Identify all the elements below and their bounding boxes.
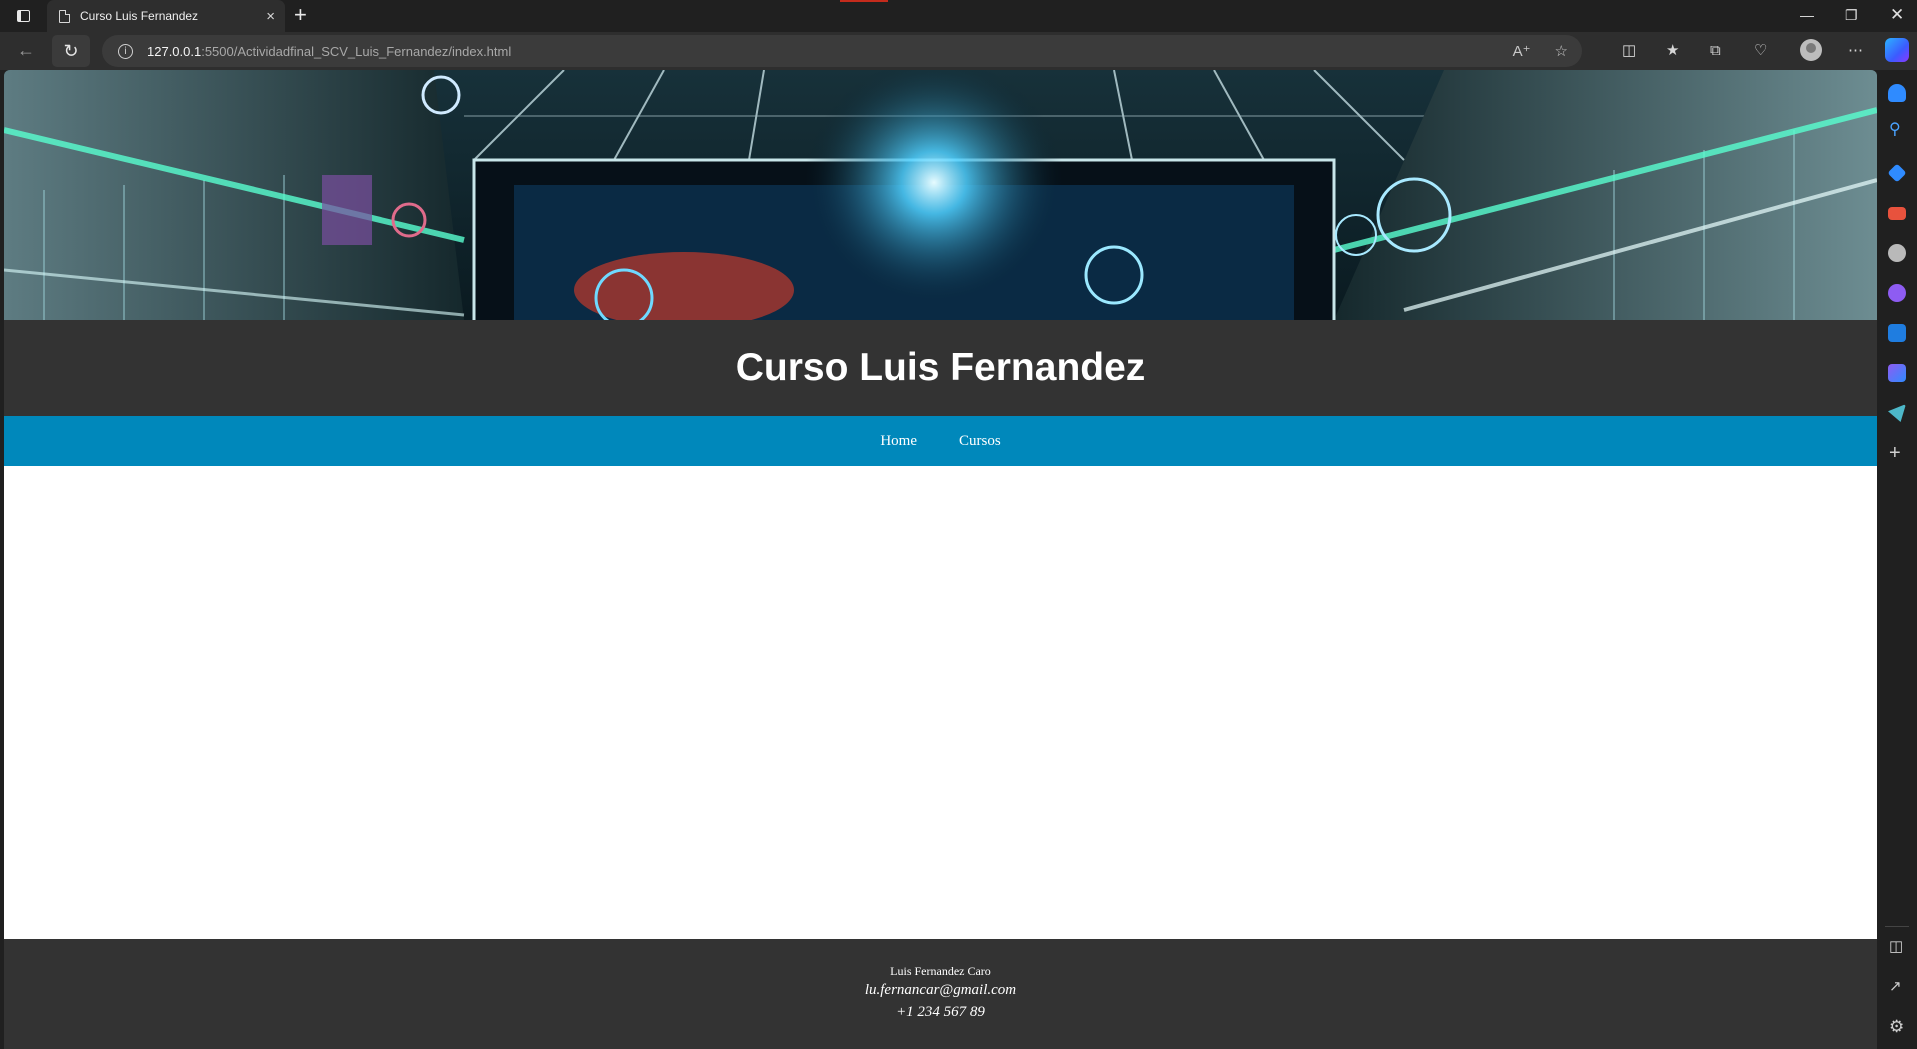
more-menu-icon[interactable]: ⋯ bbox=[1848, 42, 1864, 60]
copilot-icon[interactable] bbox=[1885, 38, 1909, 62]
page-viewport: Curso Luis Fernandez Home Cursos Luis Fe… bbox=[4, 70, 1877, 1049]
window-close-icon[interactable]: ✕ bbox=[1890, 6, 1904, 24]
add-icon[interactable]: + bbox=[1889, 443, 1901, 463]
external-link-icon[interactable]: ↗ bbox=[1889, 979, 1902, 995]
nav-link-cursos[interactable]: Cursos bbox=[959, 433, 1001, 450]
bing-icon[interactable] bbox=[1888, 284, 1906, 302]
tools-briefcase-icon[interactable] bbox=[1888, 207, 1906, 220]
settings-icon[interactable]: ⚙ bbox=[1889, 1018, 1904, 1035]
tab-actions-icon[interactable] bbox=[10, 6, 36, 26]
profile-avatar[interactable] bbox=[1800, 39, 1822, 61]
restore-icon[interactable]: ❐ bbox=[1845, 6, 1858, 24]
page-icon bbox=[59, 9, 70, 23]
favorite-star-icon[interactable]: ☆ bbox=[1555, 42, 1568, 60]
site-footer: Luis Fernandez Caro lu.fernancar@gmail.c… bbox=[4, 939, 1877, 1049]
search-icon[interactable]: ⚲ bbox=[1889, 122, 1901, 138]
notification-icon[interactable] bbox=[1888, 84, 1906, 102]
split-screen-icon[interactable]: ◫ bbox=[1622, 42, 1636, 60]
designer-icon[interactable] bbox=[1888, 364, 1906, 382]
site-title: Curso Luis Fernandez bbox=[735, 346, 1146, 389]
games-icon[interactable] bbox=[1888, 244, 1906, 262]
footer-name: Luis Fernandez Caro bbox=[890, 964, 991, 978]
url-host: 127.0.0.1 bbox=[147, 43, 202, 59]
nav-link-home[interactable]: Home bbox=[880, 433, 917, 450]
browser-essentials-icon[interactable]: ♡ bbox=[1754, 42, 1767, 60]
site-header: Curso Luis Fernandez bbox=[4, 320, 1877, 416]
collections-icon[interactable]: ⧉ bbox=[1710, 42, 1721, 60]
footer-phone: +1 234 567 89 bbox=[896, 1004, 985, 1020]
new-tab-icon[interactable]: + bbox=[294, 3, 307, 27]
sidebar-divider bbox=[1885, 926, 1909, 927]
address-toolbar: ← ↻ i 127.0.0.1:5500/Actividadfinal_SCV_… bbox=[0, 32, 1917, 70]
site-nav: Home Cursos bbox=[4, 416, 1877, 466]
outlook-icon[interactable] bbox=[1888, 324, 1906, 342]
back-icon[interactable]: ← bbox=[17, 40, 35, 60]
main-content bbox=[4, 466, 1877, 939]
url-path: :5500/Actividadfinal_SCV_Luis_Fernandez/… bbox=[201, 43, 512, 59]
footer-email: lu.fernancar@gmail.com bbox=[864, 982, 1017, 998]
recording-indicator bbox=[840, 0, 888, 2]
reload-icon[interactable]: ↻ bbox=[52, 35, 90, 67]
site-info-icon[interactable]: i bbox=[118, 43, 133, 59]
shopping-tag-icon[interactable] bbox=[1887, 163, 1907, 183]
favorites-icon[interactable]: ★ bbox=[1666, 42, 1679, 60]
split-panel-icon[interactable]: ◫ bbox=[1889, 939, 1903, 955]
banner-image bbox=[4, 70, 1877, 320]
tab-title: Curso Luis Fernandez bbox=[80, 9, 199, 23]
edge-sidebar: ⚲ + ◫ ↗ ⚙ bbox=[1877, 70, 1917, 1049]
minimize-icon[interactable]: — bbox=[1800, 6, 1814, 24]
telegram-icon[interactable] bbox=[1888, 404, 1906, 422]
browser-tab[interactable]: Curso Luis Fernandez × bbox=[47, 0, 285, 32]
read-aloud-icon[interactable]: A⁺ bbox=[1513, 42, 1531, 60]
browser-tab-strip: Curso Luis Fernandez × + — ❐ ✕ bbox=[0, 0, 1917, 32]
close-tab-icon[interactable]: × bbox=[266, 9, 275, 24]
address-bar[interactable]: i 127.0.0.1:5500/Actividadfinal_SCV_Luis… bbox=[102, 35, 1582, 67]
